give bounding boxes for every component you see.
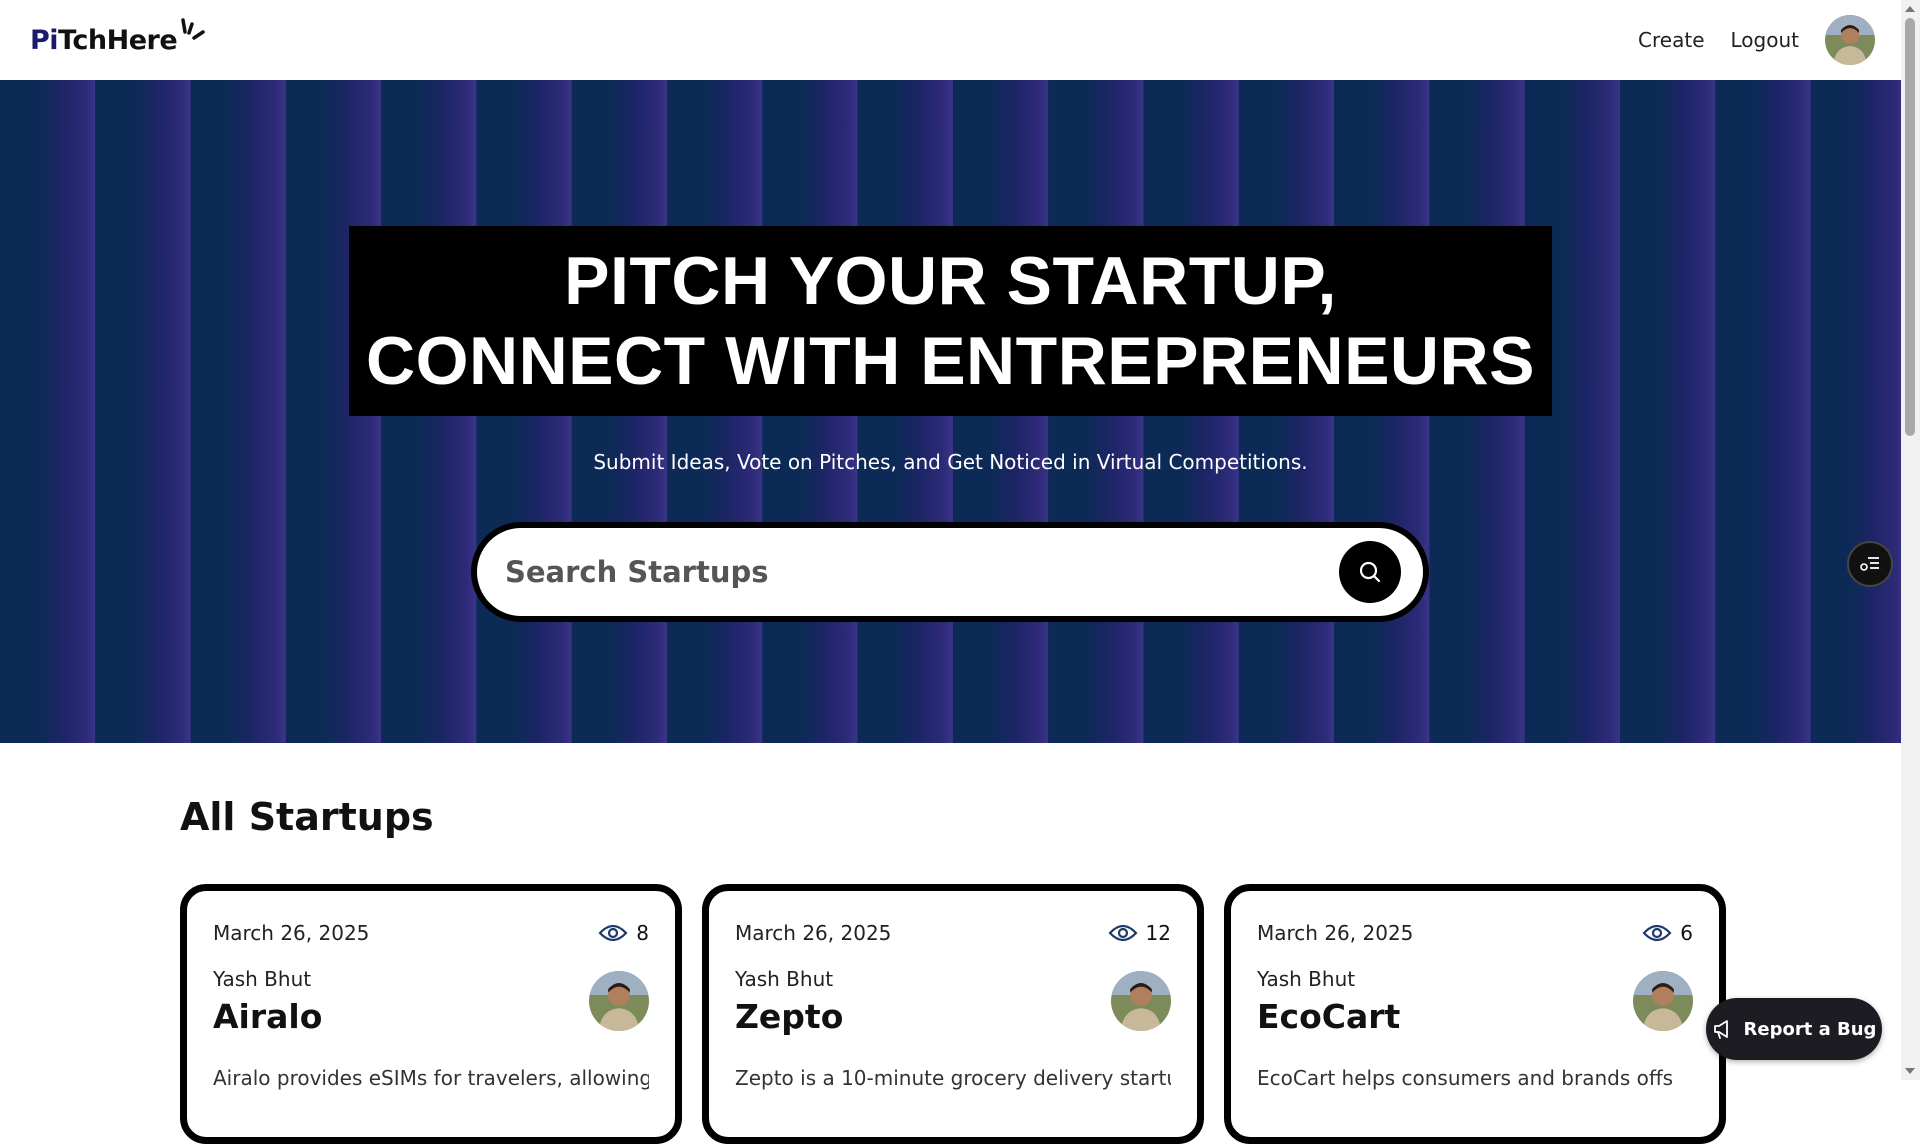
card-author-avatar[interactable] <box>589 971 649 1031</box>
card-description: Zepto is a 10-minute grocery delivery st… <box>735 1066 1171 1090</box>
logo-text: TchHere <box>58 24 178 56</box>
hero-title-box: PITCH YOUR STARTUP, CONNECT WITH ENTREPR… <box>349 226 1552 416</box>
card-author[interactable]: Yash Bhut <box>213 967 322 991</box>
scrollbar-thumb[interactable] <box>1905 18 1915 436</box>
hero-subtitle: Submit Ideas, Vote on Pitches, and Get N… <box>593 450 1308 474</box>
card-views: 8 <box>598 921 649 945</box>
megaphone-icon <box>1713 1020 1728 1039</box>
filter-list-icon <box>1860 557 1879 571</box>
card-views-count: 6 <box>1680 921 1693 945</box>
report-bug-button[interactable]: Report a Bug <box>1706 998 1882 1060</box>
logo[interactable]: Pi TchHere <box>30 18 207 56</box>
card-author[interactable]: Yash Bhut <box>735 967 843 991</box>
logout-link[interactable]: Logout <box>1731 28 1799 52</box>
eye-icon <box>1108 924 1138 942</box>
card-date: March 26, 2025 <box>213 921 370 945</box>
scroll-up-arrow-icon[interactable] <box>1905 6 1915 12</box>
startup-card[interactable]: March 26, 2025 8 Yash Bhut Airalo Airalo… <box>180 884 682 1144</box>
hero-title-line-1: PITCH YOUR STARTUP, <box>564 243 1337 319</box>
card-views-count: 8 <box>636 921 649 945</box>
hero-title-line-2: CONNECT WITH ENTREPRENEURS <box>365 323 1536 399</box>
startup-card[interactable]: March 26, 2025 6 Yash Bhut EcoCart EcoCa… <box>1224 884 1726 1144</box>
avatar-image <box>589 971 649 1031</box>
card-date: March 26, 2025 <box>1257 921 1414 945</box>
report-bug-label: Report a Bug <box>1743 1018 1877 1040</box>
filter-widget-button[interactable] <box>1847 541 1893 587</box>
navbar: Pi TchHere Create Logout <box>0 0 1901 80</box>
card-author[interactable]: Yash Bhut <box>1257 967 1400 991</box>
card-title[interactable]: Airalo <box>213 997 322 1036</box>
avatar-image <box>1633 971 1693 1031</box>
logo-burst-icon <box>181 18 205 40</box>
card-title[interactable]: EcoCart <box>1257 997 1400 1036</box>
startup-card[interactable]: March 26, 2025 12 Yash Bhut Zepto Zepto … <box>702 884 1204 1144</box>
section-title: All Startups <box>180 795 434 839</box>
search-input[interactable] <box>503 554 1339 590</box>
card-title[interactable]: Zepto <box>735 997 843 1036</box>
card-date: March 26, 2025 <box>735 921 892 945</box>
scroll-down-arrow-icon[interactable] <box>1905 1068 1915 1074</box>
hero-section: PITCH YOUR STARTUP, CONNECT WITH ENTREPR… <box>0 80 1901 743</box>
eye-icon <box>598 924 628 942</box>
search-icon <box>1359 561 1381 583</box>
card-views: 6 <box>1642 921 1693 945</box>
eye-icon <box>1642 924 1672 942</box>
card-author-avatar[interactable] <box>1633 971 1693 1031</box>
page-scrollbar[interactable] <box>1901 0 1920 1080</box>
card-description: EcoCart helps consumers and brands offs <box>1257 1066 1674 1090</box>
create-link[interactable]: Create <box>1638 28 1704 52</box>
card-author-avatar[interactable] <box>1111 971 1171 1031</box>
card-description: Airalo provides eSIMs for travelers, all… <box>213 1066 649 1090</box>
search-button[interactable] <box>1339 541 1401 603</box>
search-form <box>471 522 1429 622</box>
card-views: 12 <box>1108 921 1171 945</box>
nav-actions: Create Logout <box>1638 15 1875 65</box>
user-avatar[interactable] <box>1825 15 1875 65</box>
card-views-count: 12 <box>1145 921 1171 945</box>
avatar-image <box>1111 971 1171 1031</box>
logo-prefix: Pi <box>30 24 59 56</box>
avatar-image <box>1825 15 1875 65</box>
